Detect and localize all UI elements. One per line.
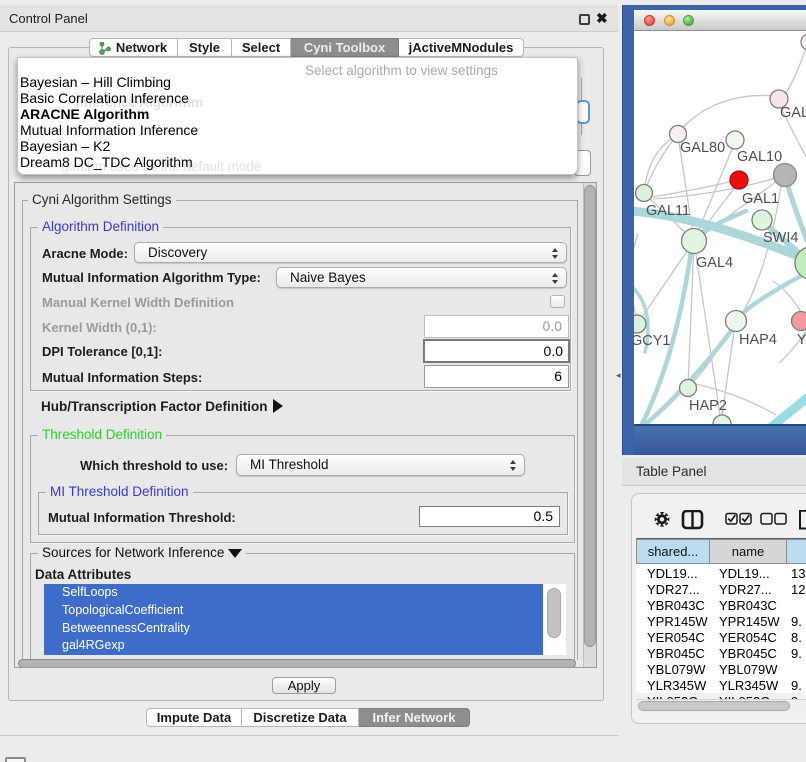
svg-text:GCY1: GCY1 [634, 333, 671, 349]
svg-text:HAP4: HAP4 [739, 332, 777, 348]
svg-text:HAP2: HAP2 [689, 398, 727, 414]
svg-text:GAL4: GAL4 [696, 255, 733, 271]
svg-text:Y: Y [797, 332, 806, 348]
svg-text:GAL80: GAL80 [680, 140, 725, 156]
svg-text:SWI4: SWI4 [763, 230, 798, 246]
svg-text:GAL1: GAL1 [742, 191, 779, 207]
svg-text:GAL10: GAL10 [737, 149, 782, 165]
svg-text:GAL: GAL [780, 105, 806, 121]
svg-text:GAL11: GAL11 [646, 203, 690, 219]
